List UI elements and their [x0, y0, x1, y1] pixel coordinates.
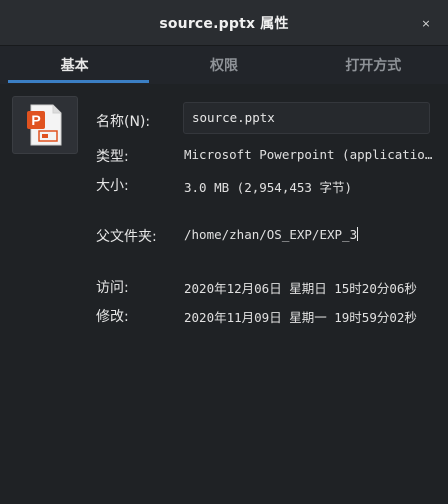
- file-icon-button[interactable]: P: [12, 96, 78, 154]
- name-label: 名称(N):: [96, 114, 151, 130]
- size-value: 3.0 MB (2,954,453 字节): [184, 180, 352, 195]
- title-bar: source.pptx 属性 ×: [0, 0, 448, 46]
- properties-dialog: source.pptx 属性 × 基本 权限 打开方式 P 名称(N): sou…: [0, 0, 448, 504]
- window-title: source.pptx 属性: [159, 15, 289, 32]
- filename-value: source.pptx: [192, 110, 275, 125]
- parent-folder-path: /home/zhan/OS_EXP/EXP_3: [184, 227, 358, 242]
- svg-text:P: P: [31, 112, 40, 128]
- type-label: 类型:: [96, 149, 129, 165]
- tab-open-with[interactable]: 打开方式: [299, 46, 448, 84]
- tab-basic[interactable]: 基本: [0, 46, 150, 84]
- modified-value: 2020年11月09日 星期一 19时59分02秒: [184, 310, 417, 325]
- accessed-value: 2020年12月06日 星期日 15时20分06秒: [184, 281, 417, 296]
- modified-label: 修改:: [96, 309, 129, 325]
- parent-folder-label: 父文件夹:: [96, 229, 157, 245]
- filename-input[interactable]: source.pptx: [183, 102, 430, 134]
- text-cursor: [357, 227, 359, 241]
- size-label: 大小:: [96, 178, 129, 194]
- tab-permissions[interactable]: 权限: [149, 46, 298, 84]
- basic-panel: P 名称(N): source.pptx 类型: Microsoft Power…: [0, 84, 448, 504]
- parent-folder-value[interactable]: /home/zhan/OS_EXP/EXP_3: [184, 227, 359, 242]
- type-value: Microsoft Powerpoint (application/vnd.op…: [184, 147, 434, 162]
- close-icon: ×: [421, 16, 431, 30]
- pptx-file-icon: P: [27, 104, 62, 146]
- tab-bar: 基本 权限 打开方式: [0, 46, 448, 84]
- close-button[interactable]: ×: [418, 15, 434, 31]
- accessed-label: 访问:: [96, 280, 129, 296]
